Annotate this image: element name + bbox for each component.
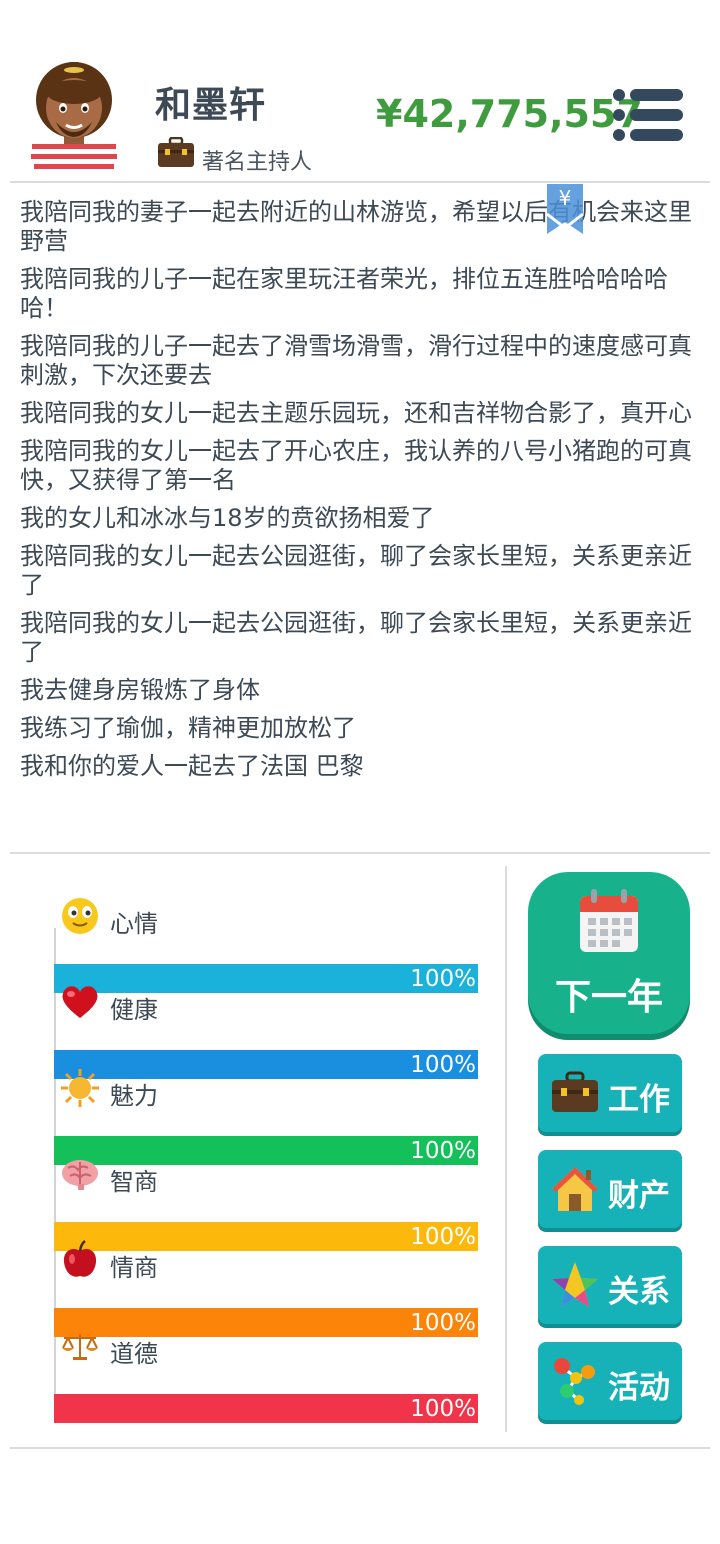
log-entry: 我去健身房锻炼了身体 [20, 676, 260, 704]
activities-button[interactable]: 活动 [538, 1342, 682, 1420]
brain-icon [62, 1160, 98, 1190]
job-title: 著名主持人 [202, 150, 313, 175]
log-entry: 我陪同我的女儿一起去主题乐园玩，还和吉祥物合影了，真开心 [20, 399, 692, 427]
property-label: 财产 [608, 1178, 670, 1214]
heart-icon [62, 986, 98, 1018]
sun-icon [61, 1069, 99, 1107]
activities-label: 活动 [608, 1370, 670, 1406]
stat-value: 100% [410, 1052, 476, 1078]
event-log: 我陪同我的妻子一起去附近的山林游览，希望以后有机会来这里野营 我陪同我的儿子一起… [20, 198, 700, 790]
log-entry: 我陪同我的儿子一起在家里玩汪者荣光，排位五连胜哈哈哈哈哈！ [20, 265, 668, 322]
log-entry: 我的女儿和冰冰与18岁的贲欲扬相爱了 [20, 504, 435, 532]
stat-bar-fill: 100% [54, 1222, 478, 1251]
stat-label: 道德 [110, 1340, 158, 1368]
stat-label: 魅力 [110, 1082, 158, 1110]
avatar[interactable] [26, 62, 122, 172]
molecule-icon [554, 1358, 595, 1405]
relations-label: 关系 [608, 1274, 670, 1310]
money-balance: ¥42,775,557 [376, 92, 643, 136]
header-divider [10, 181, 710, 183]
log-entry: 我陪同我的女儿一起去公园逛街，聊了会家长里短，关系更亲近了 [20, 609, 692, 666]
stat-bar-track: 100% [54, 1136, 478, 1165]
log-entry: 我陪同我的妻子一起去附近的山林游览，希望以后有机会来这里野营 [20, 198, 692, 255]
house-icon [552, 1167, 598, 1211]
stat-bar-fill: 100% [54, 964, 478, 993]
stat-value: 100% [410, 966, 476, 992]
stat-label: 智商 [110, 1168, 158, 1196]
log-entry: 我练习了瑜伽，精神更加放松了 [20, 714, 356, 742]
panel-divider [505, 866, 507, 1432]
stats-axis-line [54, 928, 56, 1418]
log-entry: 我陪同我的女儿一起去了开心农庄，我认养的八号小猪跑的可真快，又获得了第一名 [20, 437, 692, 494]
log-entry: 我陪同我的儿子一起去了滑雪场滑雪，滑行过程中的速度感可真刺激，下次还要去 [20, 332, 692, 389]
stat-bar-track: 100% [54, 1308, 478, 1337]
briefcase-icon [158, 137, 194, 167]
log-entry: 我和你的爱人一起去了法国 巴黎 [20, 752, 364, 780]
work-label: 工作 [608, 1082, 670, 1118]
star-icon [552, 1262, 598, 1307]
smiley-icon [62, 898, 98, 934]
stat-value: 100% [410, 1310, 476, 1336]
next-year-button[interactable]: 下一年 [528, 872, 690, 1034]
stat-bar-fill: 100% [54, 1308, 478, 1337]
player-name: 和墨轩 [155, 85, 267, 126]
stat-label: 健康 [110, 996, 158, 1024]
stats-panel: 心情 100% 健康 100% 魅力 100% 智商 100% 情商 100% … [54, 870, 478, 1430]
stat-bar-track: 100% [54, 964, 478, 993]
relations-button[interactable]: 关系 [538, 1246, 682, 1324]
stat-label: 情商 [110, 1254, 158, 1282]
next-year-label: 下一年 [554, 977, 663, 1018]
stat-bar-track: 100% [54, 1394, 478, 1423]
stat-bar-track: 100% [54, 1222, 478, 1251]
stat-value: 100% [410, 1224, 476, 1250]
stat-bar-fill: 100% [54, 1394, 478, 1423]
bottom-divider [10, 1447, 710, 1449]
log-entry: 我陪同我的女儿一起去公园逛街，聊了会家长里短，关系更亲近了 [20, 542, 692, 599]
property-button[interactable]: 财产 [538, 1150, 682, 1228]
log-divider [10, 852, 710, 854]
stat-bar-fill: 100% [54, 1050, 478, 1079]
yuan-bookmark[interactable]: ¥ [546, 184, 584, 236]
stat-value: 100% [410, 1396, 476, 1422]
header: 和墨轩 著名主持人 ¥42,775,557 [0, 0, 720, 182]
bookmark-symbol: ¥ [558, 186, 572, 210]
calendar-icon [580, 889, 638, 952]
briefcase-icon [552, 1071, 598, 1112]
stat-label: 心情 [110, 910, 158, 938]
stat-value: 100% [410, 1138, 476, 1164]
menu-icon[interactable] [612, 88, 684, 142]
scales-icon [62, 1334, 98, 1360]
apple-icon [63, 1240, 97, 1277]
stat-bar-track: 100% [54, 1050, 478, 1079]
stat-bar-fill: 100% [54, 1136, 478, 1165]
work-button[interactable]: 工作 [538, 1054, 682, 1132]
